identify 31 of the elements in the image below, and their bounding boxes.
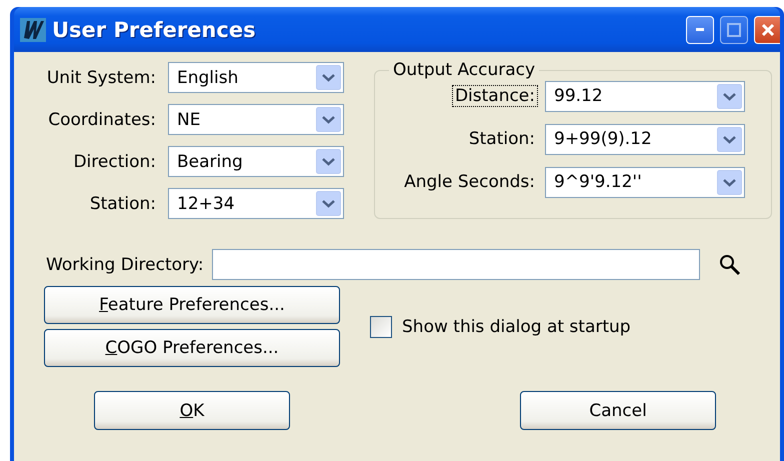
dropdown-field[interactable]: NE (168, 104, 344, 135)
close-icon (760, 22, 774, 36)
working-directory-field[interactable] (212, 249, 700, 280)
preferences-button[interactable]: Feature Preferences... (44, 286, 340, 324)
search-icon[interactable] (718, 252, 742, 276)
ok-button[interactable]: OK (94, 391, 290, 430)
field-label: Coordinates: (47, 110, 156, 130)
dropdown-field[interactable]: Bearing (168, 146, 344, 177)
field-label: Station: (88, 194, 156, 214)
minimize-icon (696, 28, 704, 31)
group-title: Output Accuracy (392, 60, 536, 80)
cancel-button[interactable]: Cancel (520, 391, 716, 430)
app-logo-icon (20, 18, 46, 42)
window-title: User Preferences (52, 18, 257, 42)
field-label: Station: (468, 129, 536, 149)
dropdown-field[interactable]: 9^9'9.12'' (545, 166, 745, 198)
startup-checkbox[interactable]: Show this dialog at startup (370, 316, 631, 338)
dropdown-field[interactable]: 12+34 (168, 188, 344, 219)
preferences-button[interactable]: COGO Preferences... (44, 329, 340, 367)
dropdown-field[interactable]: 9+99(9).12 (545, 124, 745, 154)
field-label: Distance: (452, 86, 537, 106)
minimize-button[interactable] (686, 16, 714, 44)
maximize-button[interactable] (720, 16, 748, 44)
dropdown-field[interactable]: English (168, 62, 344, 93)
dropdown-field[interactable]: 99.12 (545, 80, 745, 112)
field-label: Working Directory: (46, 254, 204, 274)
field-label: Unit System: (46, 68, 156, 88)
field-label: Angle Seconds: (403, 172, 536, 192)
field-label: Direction: (72, 152, 156, 172)
close-button[interactable] (754, 16, 780, 44)
maximize-icon (727, 22, 741, 36)
